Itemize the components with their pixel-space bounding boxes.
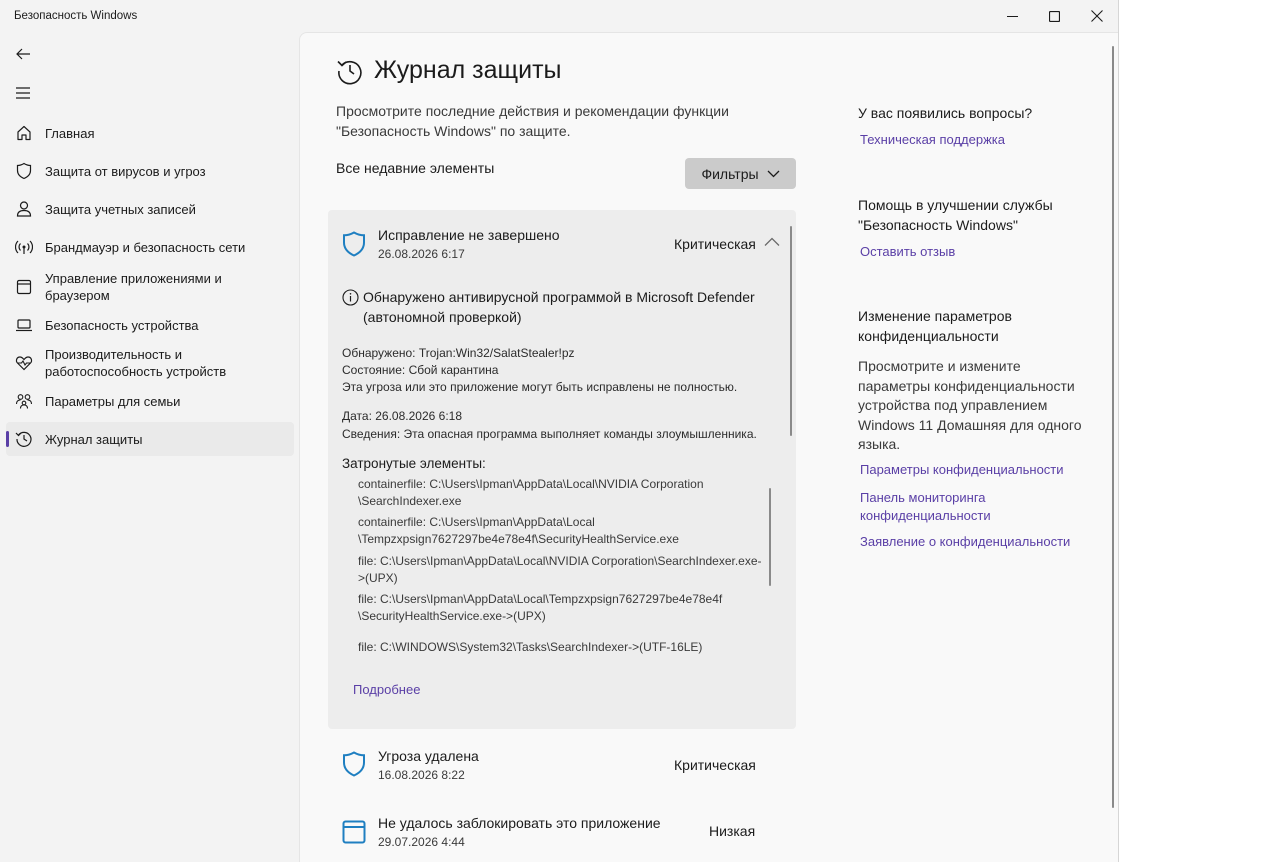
- chevron-down-icon: [767, 170, 780, 177]
- status-row: Состояние: Сбой карантина: [342, 363, 498, 377]
- card-scrollbar[interactable]: [790, 226, 792, 436]
- nav-label: Управление приложениями и браузером: [45, 271, 222, 303]
- nav-item-virus[interactable]: Защита от вирусов и угроз: [6, 158, 294, 184]
- heart-icon: [15, 356, 33, 371]
- details-label: Сведения:: [342, 427, 401, 441]
- status-label: Состояние:: [342, 363, 406, 377]
- affected-item: file: C:\Users\Ipman\AppData\Local\Tempz…: [358, 592, 723, 623]
- detected-by-text: Обнаружено антивирусной программой в Mic…: [363, 289, 755, 325]
- nav-label: Производительность и работоспособность у…: [45, 347, 227, 379]
- maximize-icon: [1048, 10, 1060, 22]
- app-window: Безопасность Windows Главная Защита от в…: [0, 0, 1119, 862]
- item-date: 16.08.2026 8:22: [378, 768, 465, 782]
- family-icon: [15, 394, 33, 409]
- privacy-dashboard-link[interactable]: Панель мониторинга конфиденциальности: [860, 489, 1030, 525]
- privacy-description: Просмотрите и измените параметры конфиде…: [858, 358, 1082, 452]
- details-value: Эта опасная программа выполняет команды …: [403, 427, 757, 441]
- close-button[interactable]: [1075, 0, 1118, 32]
- nav-label: Главная: [45, 126, 95, 141]
- nav-item-protection-history[interactable]: Журнал защиты: [6, 422, 294, 456]
- collapse-button[interactable]: [764, 234, 784, 252]
- nav-item-device-security[interactable]: Безопасность устройства: [6, 312, 294, 338]
- item-title: Не удалось заблокировать это приложение: [378, 815, 661, 831]
- recent-items-label: Все недавние элементы: [336, 160, 495, 176]
- app-title: Безопасность Windows: [14, 10, 138, 22]
- filters-label: Фильтры: [701, 165, 759, 182]
- nav-label: Параметры для семьи: [45, 394, 181, 409]
- shield-icon: [343, 751, 365, 777]
- close-icon: [1091, 10, 1103, 22]
- item-severity: Низкая: [709, 823, 756, 839]
- privacy-statement-link[interactable]: Заявление о конфиденциальности: [860, 533, 1080, 551]
- detected-value: Trojan:Win32/SalatStealer!pz: [418, 346, 575, 360]
- chevron-up-icon: [764, 237, 780, 246]
- affected-items-label: Затронутые элементы:: [342, 456, 486, 471]
- nav-label: Защита учетных записей: [45, 202, 196, 217]
- page-scrollbar[interactable]: [1112, 46, 1114, 808]
- nav-label: Журнал защиты: [45, 432, 143, 447]
- more-details-link[interactable]: Подробнее: [353, 682, 420, 697]
- shield-icon: [16, 162, 32, 180]
- status-value: Сбой карантина: [408, 363, 499, 377]
- selection-indicator: [6, 431, 9, 447]
- affected-item: file: C:\WINDOWS\System32\Tasks\SearchIn…: [358, 640, 703, 654]
- hamburger-icon: [16, 87, 30, 99]
- affected-item: containerfile: C:\Users\Ipman\AppData\Lo…: [358, 515, 679, 546]
- nav-label: Защита от вирусов и угроз: [45, 164, 206, 179]
- detected-row: Обнаружено: Trojan:Win32/SalatStealer!pz: [342, 346, 575, 360]
- app-browser-icon: [342, 820, 366, 844]
- date-row: Дата: 26.08.2026 6:18: [342, 409, 462, 423]
- back-arrow-icon: [16, 48, 30, 60]
- item-severity: Критическая: [674, 757, 756, 773]
- questions-heading: У вас появились вопросы?: [858, 105, 1033, 121]
- page-description: Просмотрите последние действия и рекомен…: [336, 103, 729, 139]
- nav-item-home[interactable]: Главная: [6, 120, 294, 146]
- home-icon: [17, 125, 31, 141]
- person-icon: [16, 201, 32, 217]
- nav-item-accounts[interactable]: Защита учетных записей: [6, 196, 294, 222]
- feedback-link[interactable]: Оставить отзыв: [860, 243, 1080, 261]
- maximize-button[interactable]: [1032, 0, 1076, 32]
- detected-label: Обнаружено:: [342, 346, 416, 360]
- item-date: 26.08.2026 6:17: [378, 247, 465, 261]
- menu-button[interactable]: [14, 84, 32, 102]
- app-browser-icon: [16, 279, 32, 295]
- back-button[interactable]: [14, 45, 32, 63]
- privacy-heading: Изменение параметров конфиденциальности: [858, 308, 1012, 344]
- improve-heading: Помощь в улучшении службы "Безопасность …: [858, 197, 1053, 233]
- shield-icon: [343, 231, 365, 257]
- affected-scrollbar[interactable]: [769, 488, 771, 586]
- title-bar: Безопасность Windows: [0, 0, 1118, 32]
- item-title: Угроза удалена: [378, 748, 479, 764]
- details-row: Сведения: Эта опасная программа выполняе…: [342, 427, 757, 441]
- nav-item-firewall[interactable]: Брандмауэр и безопасность сети: [6, 234, 294, 260]
- affected-item: containerfile: C:\Users\Ipman\AppData\Lo…: [358, 477, 704, 508]
- nav-item-family[interactable]: Параметры для семьи: [6, 388, 294, 414]
- filters-button[interactable]: Фильтры: [685, 158, 796, 189]
- page-title: Журнал защиты: [374, 56, 562, 84]
- affected-item: file: C:\Users\Ipman\AppData\Local\NVIDI…: [358, 554, 762, 585]
- history-icon: [15, 431, 32, 447]
- nav-label: Безопасность устройства: [45, 318, 199, 333]
- nav-item-performance[interactable]: Производительность и работоспособность у…: [6, 344, 294, 382]
- nav-label: Брандмауэр и безопасность сети: [45, 240, 246, 255]
- warning-text: Эта угроза или это приложение могут быть…: [342, 380, 738, 394]
- minimize-button[interactable]: [990, 0, 1034, 32]
- item-severity: Критическая: [674, 236, 756, 252]
- item-title: Исправление не завершено: [378, 227, 560, 243]
- date-value: 26.08.2026 6:18: [375, 409, 462, 423]
- date-label: Дата:: [342, 409, 372, 423]
- laptop-icon: [16, 319, 32, 332]
- item-date: 29.07.2026 4:44: [378, 835, 465, 849]
- minimize-icon: [1006, 15, 1018, 17]
- privacy-settings-link[interactable]: Параметры конфиденциальности: [860, 461, 1080, 479]
- nav-item-app-browser[interactable]: Управление приложениями и браузером: [6, 268, 294, 306]
- wifi-icon: [15, 240, 33, 254]
- info-icon: [342, 289, 359, 306]
- history-icon: [337, 60, 362, 85]
- support-link[interactable]: Техническая поддержка: [860, 131, 1080, 149]
